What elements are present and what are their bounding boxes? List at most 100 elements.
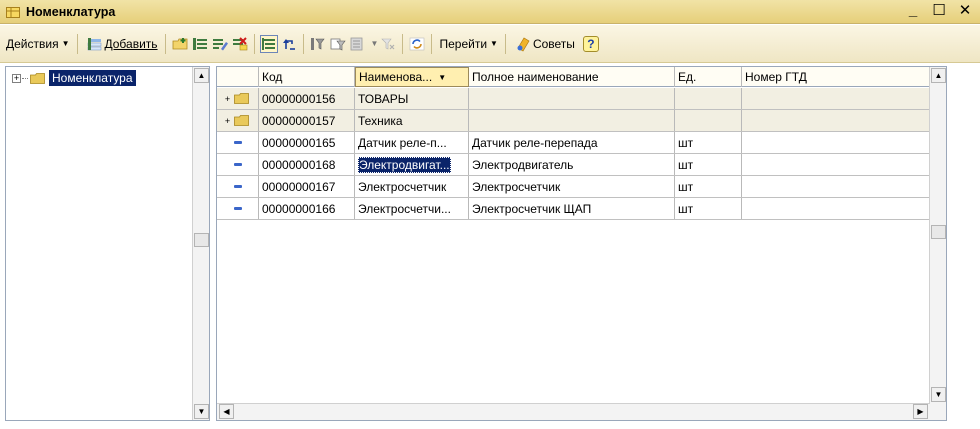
- filter-value-icon[interactable]: [309, 35, 327, 53]
- filter-settings-icon[interactable]: [329, 35, 347, 53]
- row-marker-cell[interactable]: [217, 132, 259, 153]
- column-header-unit[interactable]: Ед.: [675, 67, 742, 87]
- add-folder-icon[interactable]: [171, 35, 189, 53]
- cell-unit[interactable]: [675, 88, 742, 109]
- column-header-marker[interactable]: [217, 67, 259, 87]
- table-row[interactable]: +00000000156 ТОВАРЫ: [217, 88, 931, 110]
- close-button[interactable]: ✕: [956, 2, 974, 20]
- toolbar-separator: [164, 33, 166, 54]
- table-row[interactable]: +00000000157 Техника: [217, 110, 931, 132]
- cell-unit[interactable]: шт: [675, 198, 742, 219]
- cell-gtd[interactable]: [742, 176, 931, 197]
- row-marker-cell[interactable]: [217, 154, 259, 175]
- sort-descending-icon: ▼: [438, 72, 447, 82]
- cell-gtd[interactable]: [742, 132, 931, 153]
- expand-icon[interactable]: +: [12, 73, 21, 83]
- table-horizontal-scrollbar[interactable]: ◀ ▶: [217, 403, 930, 420]
- tree-item-label: Номенклатура: [49, 70, 136, 86]
- cell-gtd[interactable]: [742, 88, 931, 109]
- column-header-name[interactable]: Наименова... ▼: [355, 67, 469, 87]
- row-marker-cell[interactable]: [217, 176, 259, 197]
- cell-code[interactable]: 00000000156: [259, 88, 355, 109]
- expand-group-icon: +: [224, 115, 231, 126]
- row-marker-cell[interactable]: +: [217, 88, 259, 109]
- tree-item-root[interactable]: + Номенклатура: [12, 70, 136, 86]
- row-marker-cell[interactable]: [217, 198, 259, 219]
- tree-vertical-scrollbar[interactable]: ▲ ▼: [192, 67, 209, 420]
- window-titlebar[interactable]: Номенклатура _ ☐ ✕: [0, 0, 980, 24]
- cell-name[interactable]: Датчик реле-п...: [355, 132, 469, 153]
- filter-history-icon[interactable]: [349, 35, 367, 53]
- scroll-down-icon[interactable]: ▼: [194, 404, 209, 419]
- add-label: Добавить: [104, 36, 158, 51]
- cell-gtd[interactable]: [742, 154, 931, 175]
- cell-code[interactable]: 00000000165: [259, 132, 355, 153]
- tree-connector: [22, 77, 28, 79]
- cell-code[interactable]: 00000000168: [259, 154, 355, 175]
- add-button[interactable]: Добавить: [82, 33, 161, 55]
- goto-label: Перейти: [439, 36, 488, 51]
- cell-name[interactable]: Электросчетчик: [355, 176, 469, 197]
- cell-unit[interactable]: шт: [675, 154, 742, 175]
- column-header-gtd[interactable]: Номер ГТД: [742, 67, 931, 87]
- window-title: Номенклатура: [26, 4, 116, 19]
- column-header-code[interactable]: Код: [259, 67, 355, 87]
- cell-code[interactable]: 00000000166: [259, 198, 355, 219]
- table-row[interactable]: 00000000166 Электросчетчи... Электросчетчи…: [217, 198, 931, 220]
- cell-full-name[interactable]: Электросчетчик ЩАП: [469, 198, 675, 219]
- tree-panel[interactable]: + Номенклатура ▲ ▼: [5, 66, 210, 421]
- tips-label: Советы: [532, 36, 575, 51]
- refresh-icon[interactable]: [408, 35, 426, 53]
- table-row[interactable]: 00000000168 Электродвигат... Электродвигат…: [217, 154, 931, 176]
- cell-unit[interactable]: шт: [675, 176, 742, 197]
- help-icon[interactable]: ?: [582, 35, 600, 53]
- cell-name[interactable]: Техника: [355, 110, 469, 131]
- cell-full-name[interactable]: Электросчетчик: [469, 176, 675, 197]
- cell-name[interactable]: ТОВАРЫ: [355, 88, 469, 109]
- edit-item-icon[interactable]: [211, 35, 229, 53]
- scroll-up-icon[interactable]: ▲: [931, 68, 946, 83]
- minimize-button[interactable]: _: [904, 2, 922, 20]
- scroll-right-icon[interactable]: ▶: [913, 404, 928, 419]
- table-row[interactable]: 00000000167 Электросчетчик Электросчетчик ш…: [217, 176, 931, 198]
- hierarchy-view-icon[interactable]: [259, 34, 278, 53]
- level-up-icon[interactable]: [280, 35, 298, 53]
- cell-name[interactable]: Электросчетчи...: [355, 198, 469, 219]
- actions-menu-button[interactable]: Действия ▼: [3, 33, 73, 55]
- tips-button[interactable]: Советы: [510, 33, 578, 55]
- row-marker-cell[interactable]: +: [217, 110, 259, 131]
- scroll-thumb[interactable]: [931, 225, 946, 239]
- tips-icon: [514, 35, 532, 53]
- column-header-full-name[interactable]: Полное наименование: [469, 67, 675, 87]
- table-vertical-scrollbar[interactable]: ▲ ▼: [929, 67, 946, 420]
- chevron-down-icon[interactable]: ▼: [371, 39, 379, 48]
- delete-mark-icon[interactable]: [231, 35, 249, 53]
- scroll-up-icon[interactable]: ▲: [194, 68, 209, 83]
- cell-full-name[interactable]: [469, 88, 675, 109]
- cell-gtd[interactable]: [742, 198, 931, 219]
- table-header: Код Наименова... ▼ Полное наименование Е…: [217, 67, 931, 87]
- scroll-left-icon[interactable]: ◀: [219, 404, 234, 419]
- maximize-button[interactable]: ☐: [930, 2, 948, 20]
- catalog-icon: [6, 6, 20, 18]
- cell-gtd[interactable]: [742, 110, 931, 131]
- cell-unit[interactable]: шт: [675, 132, 742, 153]
- item-icon: [233, 141, 242, 144]
- cell-full-name[interactable]: [469, 110, 675, 131]
- toolbar-separator: [302, 33, 304, 54]
- goto-menu-button[interactable]: Перейти ▼: [436, 33, 500, 55]
- cell-full-name[interactable]: Датчик реле-перепада: [469, 132, 675, 153]
- cell-unit[interactable]: [675, 110, 742, 131]
- copy-item-icon[interactable]: [191, 35, 209, 53]
- table-row[interactable]: 00000000165 Датчик реле-п... Датчик реле-п…: [217, 132, 931, 154]
- scroll-thumb[interactable]: [194, 233, 209, 247]
- scroll-down-icon[interactable]: ▼: [931, 387, 946, 402]
- cell-code[interactable]: 00000000157: [259, 110, 355, 131]
- clear-filter-icon[interactable]: [379, 35, 397, 53]
- cell-full-name[interactable]: Электродвигатель: [469, 154, 675, 175]
- cell-code[interactable]: 00000000167: [259, 176, 355, 197]
- toolbar-separator: [504, 33, 506, 54]
- items-table[interactable]: Код Наименова... ▼ Полное наименование Е…: [216, 66, 947, 421]
- item-icon: [233, 207, 242, 210]
- cell-name[interactable]: Электродвигат...: [355, 154, 469, 175]
